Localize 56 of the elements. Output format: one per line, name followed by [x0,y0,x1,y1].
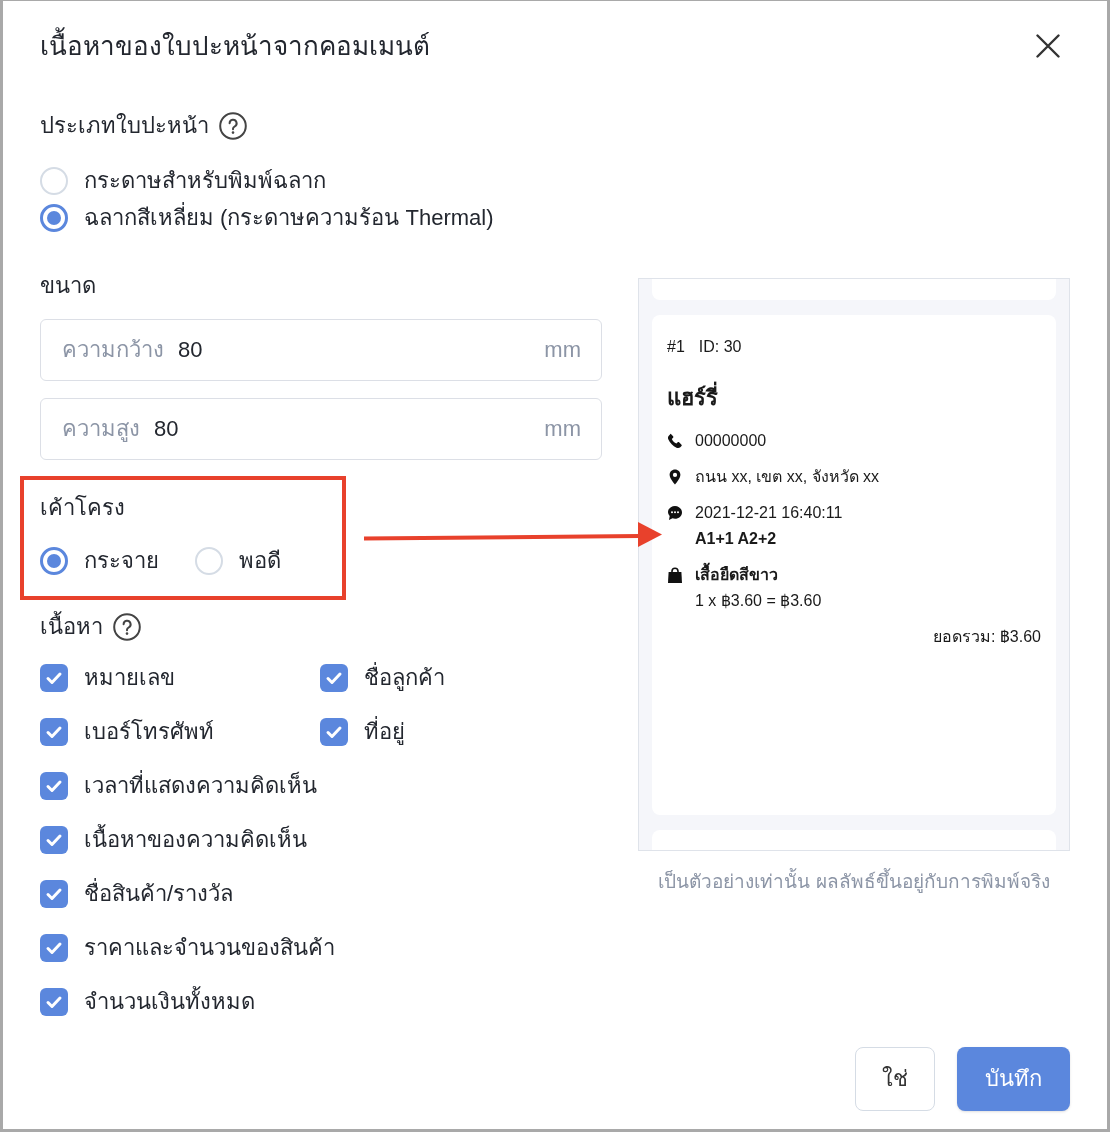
option-label[interactable]: กระดาษสำหรับพิมพ์ฉลาก [84,164,326,197]
checkbox-label[interactable]: เวลาที่แสดงความคิดเห็น [84,770,317,802]
checkbox-label[interactable]: ที่อยู่ [364,716,405,748]
save-button[interactable]: บันทึก [957,1047,1070,1111]
location-pin-icon [667,469,683,485]
price-line: 1 x ฿3.60 = ฿3.60 [695,591,822,611]
field-label: ความสูง [62,415,140,444]
customer-name: แฮร์รี่ [667,383,718,413]
checkbox-label[interactable]: เบอร์โทรศัพท์ [84,716,214,748]
field-label: ความกว้าง [62,336,164,364]
preview-note: เป็นตัวอย่างเท่านั้น ผลลัพธ์ขึ้นอยู่กับการพิมพ์จริง [638,868,1070,896]
section-label: ขนาด [40,272,96,300]
dialog-title: เนื้อหาของใบปะหน้าจากคอมเมนต์ [40,28,430,64]
value-input[interactable]: 80 [178,334,531,366]
checkbox-label[interactable]: จำนวนเงินทั้งหมด [84,986,255,1018]
checkbox[interactable] [40,772,68,800]
option-label[interactable]: พอดี [239,545,281,577]
card-number: #1 [667,337,685,357]
option-label[interactable]: กระจาย [84,545,159,577]
height-field[interactable]: ความสูง 80 mm [40,398,602,460]
checkbox-label[interactable]: ชื่อสินค้า/รางวัล [84,878,234,910]
chat-bubble-icon [667,505,683,521]
yes-button[interactable]: ใช่ [855,1047,935,1111]
shopping-bag-icon [667,567,683,583]
comment-time: 2021-12-21 16:40:11 [695,503,843,523]
checkbox-label[interactable]: ราคาและจำนวนของสินค้า [84,932,335,964]
width-field[interactable]: ความกว้าง 80 mm [40,319,602,381]
checkbox-label[interactable]: หมายเลข [84,662,175,694]
phone-number: 00000000 [695,431,767,451]
value-input[interactable]: 80 [154,413,531,445]
option-label[interactable]: ฉลากสีเหลี่ยม (กระดาษความร้อน Thermal) [84,201,494,234]
close-icon[interactable] [1036,34,1060,58]
checkbox[interactable] [40,664,68,692]
address-text: ถนน xx, เขต xx, จังหวัด xx [695,467,880,487]
comment-text: A1+1 A2+2 [695,529,778,549]
section-label: ประเภทใบปะหน้า [40,112,209,140]
checkbox[interactable] [40,988,68,1016]
radio-button[interactable] [40,203,68,232]
radio-button[interactable] [40,547,68,575]
checkbox[interactable] [40,880,68,908]
checkbox-label[interactable]: ชื่อลูกค้า [364,662,445,694]
checkbox[interactable] [40,826,68,854]
checkbox-label[interactable]: เนื้อหาของความคิดเห็น [84,824,307,856]
total-amount: ยอดรวม: ฿3.60 [932,627,1041,647]
checkbox[interactable] [320,718,348,746]
order-id: ID: 30 [698,337,742,357]
checkbox[interactable] [40,718,68,746]
help-icon[interactable] [113,613,141,641]
help-icon[interactable] [219,112,247,140]
checkbox[interactable] [40,934,68,962]
unit-label: mm [544,415,581,443]
section-label: เนื้อหา [40,611,103,643]
checkbox[interactable] [320,664,348,692]
section-label: เค้าโครง [40,494,125,522]
unit-label: mm [544,336,581,364]
phone-icon [667,433,683,449]
